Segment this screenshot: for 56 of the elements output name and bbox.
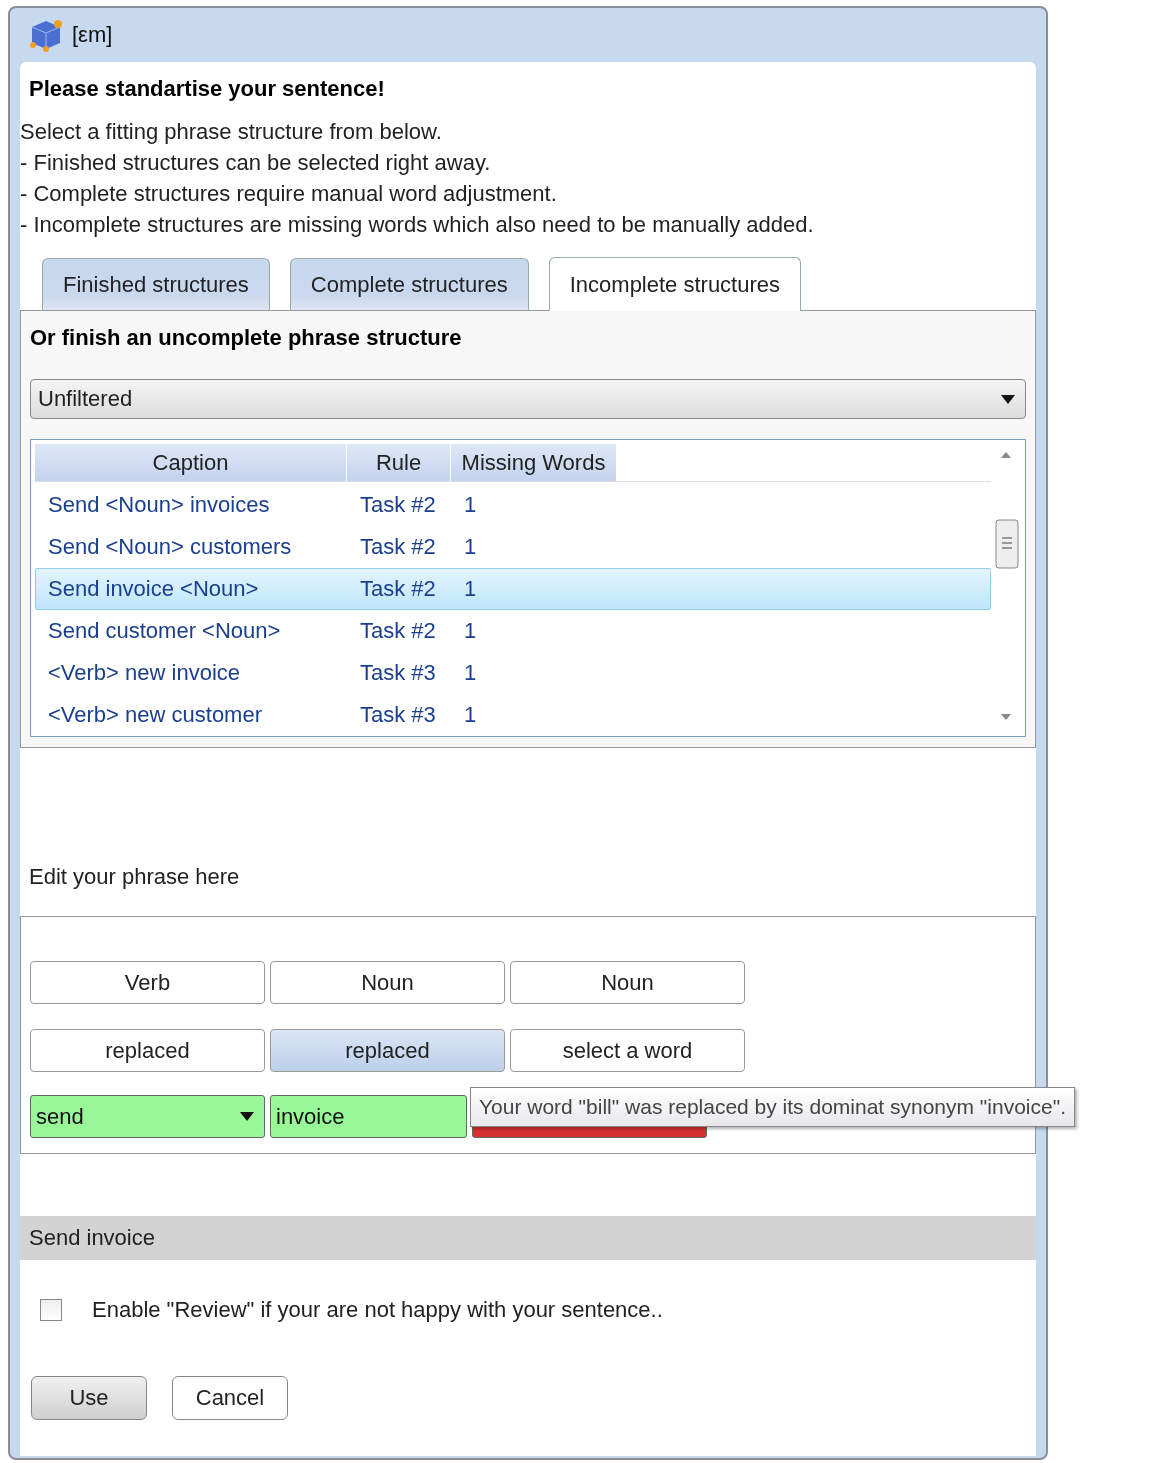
status-bar: Send invoice bbox=[20, 1216, 1036, 1260]
table-cell-text: Send <Noun> invoices bbox=[47, 492, 271, 518]
panel-title: Or finish an uncomplete phrase structure bbox=[30, 324, 463, 352]
caret-icon bbox=[240, 1112, 254, 1121]
tooltip: Your word "bill" was replaced by its dominat synonym "invoice". bbox=[470, 1087, 1075, 1127]
window-title: [εm] bbox=[72, 22, 113, 48]
instruction-text: - Complete structures require manual word adjustment. bbox=[20, 180, 558, 208]
column-header[interactable]: Caption bbox=[35, 444, 347, 481]
word-type-button[interactable]: Verb bbox=[30, 961, 265, 1004]
tab[interactable]: Incomplete structures bbox=[548, 257, 802, 311]
word-action-button[interactable]: replaced bbox=[270, 1029, 505, 1072]
table-row[interactable]: <Verb> new invoice Task #3 1 bbox=[35, 652, 991, 694]
editor-label: Edit your phrase here bbox=[28, 864, 241, 891]
table-cell-text: 1 bbox=[463, 492, 478, 518]
table-cell-text: 1 bbox=[463, 660, 478, 686]
review-checkbox[interactable] bbox=[40, 1299, 62, 1321]
dialog-heading: Please standartise your sentence! bbox=[28, 75, 386, 103]
table-cell-text: Send <Noun> customers bbox=[47, 534, 293, 560]
table-row[interactable]: Send <Noun> invoices Task #2 1 bbox=[35, 484, 991, 526]
table-row[interactable]: Send customer <Noun> Task #2 1 bbox=[35, 610, 991, 652]
review-label: Enable "Review" if your are not happy with your sentence.. bbox=[92, 1297, 663, 1323]
table-cell-text: <Verb> new customer bbox=[47, 702, 263, 728]
instruction-text: - Finished structures can be selected right away. bbox=[20, 149, 492, 177]
table-cell-text: 1 bbox=[463, 576, 478, 602]
word-type-button[interactable]: Noun bbox=[510, 961, 745, 1004]
word-dropdown[interactable]: send bbox=[30, 1095, 265, 1138]
table-row[interactable]: Send <Noun> customers Task #2 1 bbox=[35, 526, 991, 568]
table-cell-text: Task #3 bbox=[359, 660, 437, 686]
tab[interactable]: Finished structures bbox=[42, 258, 270, 310]
tab[interactable]: Complete structures bbox=[289, 258, 529, 310]
word-type-button[interactable]: Noun bbox=[270, 961, 505, 1004]
use-button[interactable]: Use bbox=[31, 1376, 147, 1420]
column-header[interactable]: Missing Words bbox=[451, 444, 617, 481]
table-cell-text: 1 bbox=[463, 702, 478, 728]
column-header[interactable]: Rule bbox=[347, 444, 451, 481]
table-row[interactable]: <Verb> new customer Task #3 1 bbox=[35, 694, 991, 736]
table-cell-text: Task #2 bbox=[359, 618, 437, 644]
table-cell-text: Task #3 bbox=[359, 702, 437, 728]
instruction-text: - Incomplete structures are missing words which also need to be manually added. bbox=[20, 211, 815, 239]
table-cell-text: 1 bbox=[463, 534, 478, 560]
table-cell-text: 1 bbox=[463, 618, 478, 644]
table-cell-text: Send customer <Noun> bbox=[47, 618, 282, 644]
table-cell-text: Send invoice <Noun> bbox=[47, 576, 260, 602]
word-action-button[interactable]: replaced bbox=[30, 1029, 265, 1072]
cancel-button[interactable]: Cancel bbox=[172, 1376, 288, 1420]
table-cell-text: Task #2 bbox=[359, 534, 437, 560]
instruction-text: Select a fitting phrase structure from below. bbox=[20, 118, 443, 146]
filter-dropdown[interactable]: Unfiltered bbox=[30, 379, 1026, 419]
table-cell-text: <Verb> new invoice bbox=[47, 660, 242, 686]
table-cell-text: Task #2 bbox=[359, 576, 437, 602]
table-row[interactable]: Send invoice <Noun> Task #2 1 bbox=[35, 568, 991, 610]
caret-icon bbox=[1001, 394, 1015, 404]
word-field[interactable]: invoice bbox=[270, 1095, 467, 1138]
word-action-button[interactable]: select a word bbox=[510, 1029, 745, 1072]
app-cube-icon bbox=[28, 17, 64, 53]
table-cell-text: Task #2 bbox=[359, 492, 437, 518]
